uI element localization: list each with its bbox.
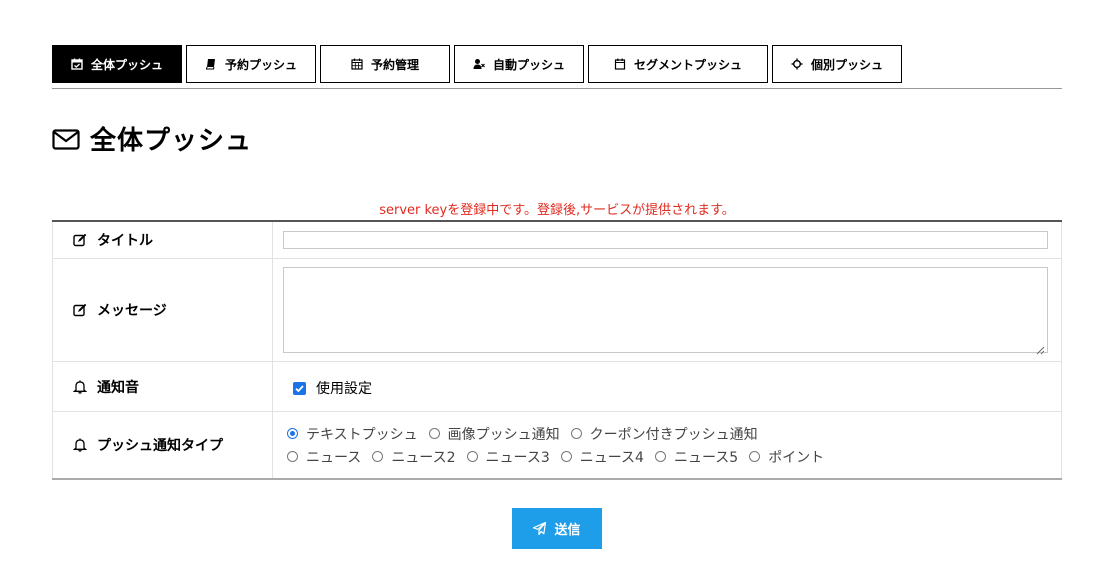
edit-icon — [73, 233, 87, 247]
sound-setting-label: 使用設定 — [316, 381, 372, 397]
push-type-value-cell: テキストプッシュ 画像プッシュ通知 クーポン付きプッシュ通知 ニュース ニュース… — [273, 412, 1062, 478]
message-label: メッセージ — [97, 303, 167, 319]
radio-unchecked-icon[interactable] — [570, 428, 582, 439]
radio-label: クーポン付きプッシュ通知 — [589, 426, 758, 443]
radio-news3[interactable]: ニュース3 — [466, 447, 550, 467]
sound-label: 通知音 — [97, 379, 139, 396]
message-value-cell — [273, 259, 1062, 361]
crosshair-icon — [791, 58, 803, 70]
radio-label: ニュース2 — [391, 449, 456, 466]
radio-unchecked-icon[interactable] — [372, 451, 384, 462]
bell-icon — [73, 380, 87, 394]
send-button[interactable]: 送信 — [512, 508, 602, 549]
page-header: 全体プッシュ — [52, 120, 252, 157]
sound-setting-checkbox[interactable]: 使用設定 — [293, 378, 372, 398]
radio-news5[interactable]: ニュース5 — [654, 447, 739, 467]
title-label: タイトル — [97, 233, 153, 249]
radio-unchecked-icon[interactable] — [428, 428, 440, 439]
user-x-icon — [473, 58, 485, 70]
sound-row: 通知音 使用設定 — [52, 362, 1062, 412]
tab-auto-push[interactable]: 自動プッシュ — [454, 45, 584, 83]
tab-bar: 全体プッシュ 予約プッシュ 予約管理 自動プッシュ セグメントプッシュ 個別プッ… — [52, 45, 902, 83]
radio-unchecked-icon[interactable] — [749, 451, 761, 462]
radio-label: 画像プッシュ通知 — [447, 426, 560, 443]
checkbox-checked-icon[interactable] — [293, 381, 306, 395]
resize-grip-icon[interactable] — [1035, 340, 1045, 355]
tab-divider — [52, 88, 1062, 89]
radio-coupon-push[interactable]: クーポン付きプッシュ通知 — [570, 424, 758, 444]
tab-label: 個別プッシュ — [810, 57, 883, 72]
radio-unchecked-icon[interactable] — [560, 451, 572, 462]
radio-line-2: ニュース ニュース2 ニュース3 ニュース4 ニュース5 ポイント — [287, 445, 1047, 468]
push-type-label: プッシュ通知タイプ — [97, 438, 223, 454]
tab-label: 予約プッシュ — [224, 57, 297, 72]
bell-icon — [73, 438, 87, 452]
radio-label: ニュース — [306, 449, 362, 466]
radio-checked-icon[interactable] — [287, 428, 298, 439]
push-form: タイトル メッセージ 通知音 使用設定 プッシュ通知タイプ テキストプッシュ 画… — [52, 220, 1062, 480]
tab-segment-push[interactable]: セグメントプッシュ — [588, 45, 768, 83]
title-label-cell: タイトル — [52, 222, 273, 258]
radio-unchecked-icon[interactable] — [287, 451, 298, 462]
radio-unchecked-icon[interactable] — [654, 451, 666, 462]
title-input[interactable] — [283, 231, 1048, 249]
message-textarea[interactable] — [283, 267, 1048, 353]
radio-news[interactable]: ニュース — [287, 447, 361, 467]
radio-text-push[interactable]: テキストプッシュ — [287, 424, 418, 444]
sound-value-cell: 使用設定 — [273, 362, 1062, 411]
title-row: タイトル — [52, 222, 1062, 259]
radio-label: ニュース5 — [673, 449, 739, 466]
server-key-notice: server keyを登録中です。登録後,サービスが提供されます。 — [379, 203, 735, 218]
title-value-cell — [273, 222, 1062, 258]
tab-individual-push[interactable]: 個別プッシュ — [772, 45, 902, 83]
message-row: メッセージ — [52, 259, 1062, 362]
envelope-icon — [52, 125, 80, 153]
tab-label: 予約管理 — [370, 57, 419, 72]
push-type-radio-group: テキストプッシュ 画像プッシュ通知 クーポン付きプッシュ通知 ニュース ニュース… — [287, 422, 1047, 468]
paper-plane-icon — [533, 522, 547, 535]
radio-point[interactable]: ポイント — [749, 447, 824, 467]
radio-news4[interactable]: ニュース4 — [560, 447, 644, 467]
tab-label: セグメントプッシュ — [633, 57, 742, 72]
radio-unchecked-icon[interactable] — [466, 451, 478, 462]
send-button-label: 送信 — [554, 522, 581, 537]
radio-label: ポイント — [768, 449, 825, 466]
radio-label: テキストプッシュ — [306, 426, 418, 443]
edit-icon — [73, 303, 87, 317]
push-type-label-cell: プッシュ通知タイプ — [52, 412, 273, 478]
calendar-icon — [614, 58, 626, 70]
tab-scheduled-push[interactable]: 予約プッシュ — [186, 45, 316, 83]
tab-label: 全体プッシュ — [90, 57, 163, 72]
sound-label-cell: 通知音 — [52, 362, 273, 411]
radio-news2[interactable]: ニュース2 — [372, 447, 456, 467]
radio-label: ニュース3 — [485, 449, 550, 466]
radio-line-1: テキストプッシュ 画像プッシュ通知 クーポン付きプッシュ通知 — [287, 422, 1047, 445]
tab-label: 自動プッシュ — [492, 57, 565, 72]
radio-label: ニュース4 — [579, 449, 644, 466]
page-title: 全体プッシュ — [90, 126, 253, 156]
calendar-grid-icon — [351, 58, 363, 70]
push-type-row: プッシュ通知タイプ テキストプッシュ 画像プッシュ通知 クーポン付きプッシュ通知… — [52, 412, 1062, 478]
tab-all-push[interactable]: 全体プッシュ — [52, 45, 182, 83]
book-icon — [205, 58, 217, 70]
message-label-cell: メッセージ — [52, 259, 273, 361]
calendar-check-icon — [71, 58, 83, 70]
radio-image-push[interactable]: 画像プッシュ通知 — [428, 424, 560, 444]
tab-reservation-management[interactable]: 予約管理 — [320, 45, 450, 83]
